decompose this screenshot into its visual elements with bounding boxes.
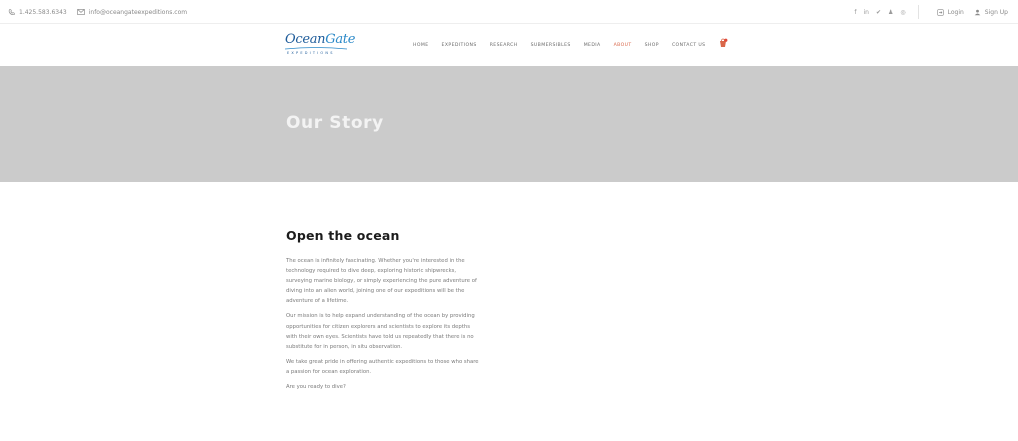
nav-about[interactable]: ABOUT xyxy=(614,43,632,48)
nav-shop[interactable]: SHOP xyxy=(645,43,659,48)
nav-contact-us[interactable]: CONTACT US xyxy=(672,43,706,48)
signup-label: Sign Up xyxy=(984,8,1008,16)
phone-number: 1.425.583.6343 xyxy=(19,8,67,16)
login-link[interactable]: Login xyxy=(936,8,964,16)
cart-icon xyxy=(720,38,728,47)
nav-submersibles[interactable]: SUBMERSIBLES xyxy=(531,43,571,48)
user-icon xyxy=(974,9,981,15)
site-header: OceanGate EXPEDITIONS HOME EXPEDITIONS R… xyxy=(0,24,1018,66)
nav-research[interactable]: RESEARCH xyxy=(490,43,518,48)
facebook-icon[interactable]: f xyxy=(854,9,856,16)
cart-button[interactable] xyxy=(718,38,728,48)
divider xyxy=(917,5,919,19)
story-content: Open the ocean The ocean is infinitely f… xyxy=(286,228,486,397)
email-link[interactable]: info@oceangateexpeditions.com xyxy=(77,9,187,16)
login-label: Login xyxy=(947,8,964,16)
linkedin-icon[interactable]: in xyxy=(863,9,868,16)
contact-info: 1.425.583.6343 info@oceangateexpeditions… xyxy=(8,0,197,24)
nav-expeditions[interactable]: EXPEDITIONS xyxy=(442,43,477,48)
section-heading: Open the ocean xyxy=(286,228,400,243)
logo-swoosh-icon xyxy=(285,47,347,50)
logo-wordmark: OceanGate xyxy=(285,32,356,47)
nav-media[interactable]: MEDIA xyxy=(584,43,601,48)
logo-subtitle: EXPEDITIONS xyxy=(287,51,335,55)
instagram-icon[interactable]: ◎ xyxy=(900,9,905,16)
email-icon xyxy=(77,9,85,15)
email-address: info@oceangateexpeditions.com xyxy=(88,8,188,16)
signup-link[interactable]: Sign Up xyxy=(974,9,1008,16)
story-paragraph: We take great pride in offering authenti… xyxy=(286,358,479,375)
account-and-social: f in ✔ ♟ ◎ Login Sign Up xyxy=(847,0,1008,24)
youtube-icon[interactable]: ♟ xyxy=(888,9,893,16)
login-icon xyxy=(936,8,944,16)
site-logo[interactable]: OceanGate EXPEDITIONS xyxy=(285,33,365,59)
page-title: Our Story xyxy=(286,113,384,133)
nav-home[interactable]: HOME xyxy=(413,43,429,48)
social-links: f in ✔ ♟ ◎ xyxy=(847,9,905,16)
story-paragraph: Our mission is to help expand understand… xyxy=(286,313,475,350)
twitter-icon[interactable]: ✔ xyxy=(876,9,881,16)
page-hero: Our Story xyxy=(0,66,1018,182)
main-nav: HOME EXPEDITIONS RESEARCH SUBMERSIBLES M… xyxy=(413,24,728,66)
story-paragraph: The ocean is infinitely fascinating. Whe… xyxy=(286,258,477,305)
phone-link[interactable]: 1.425.583.6343 xyxy=(8,9,67,16)
story-paragraph: Are you ready to dive? xyxy=(286,384,346,391)
phone-icon xyxy=(8,8,15,15)
top-utility-bar: 1.425.583.6343 info@oceangateexpeditions… xyxy=(0,0,1018,24)
